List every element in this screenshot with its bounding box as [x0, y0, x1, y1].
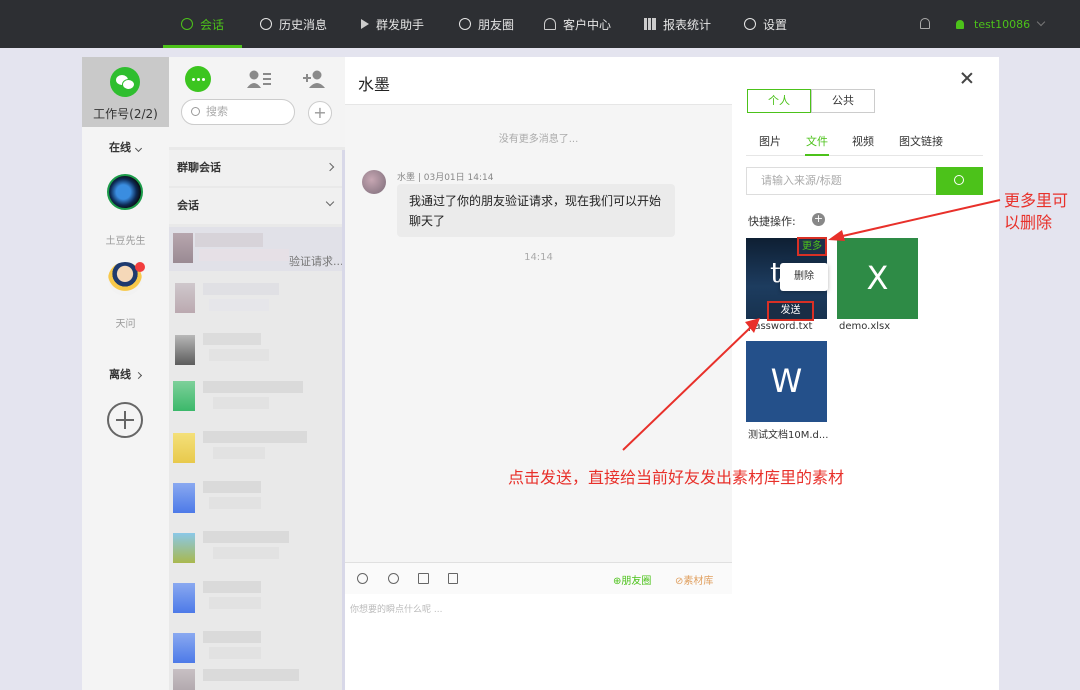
annotation-more: 更多里可以删除 [1004, 191, 1069, 232]
annotation-send: 点击发送，直接给当前好友发出素材库里的素材 [508, 468, 845, 487]
annotation-arrows [622, 199, 1001, 451]
